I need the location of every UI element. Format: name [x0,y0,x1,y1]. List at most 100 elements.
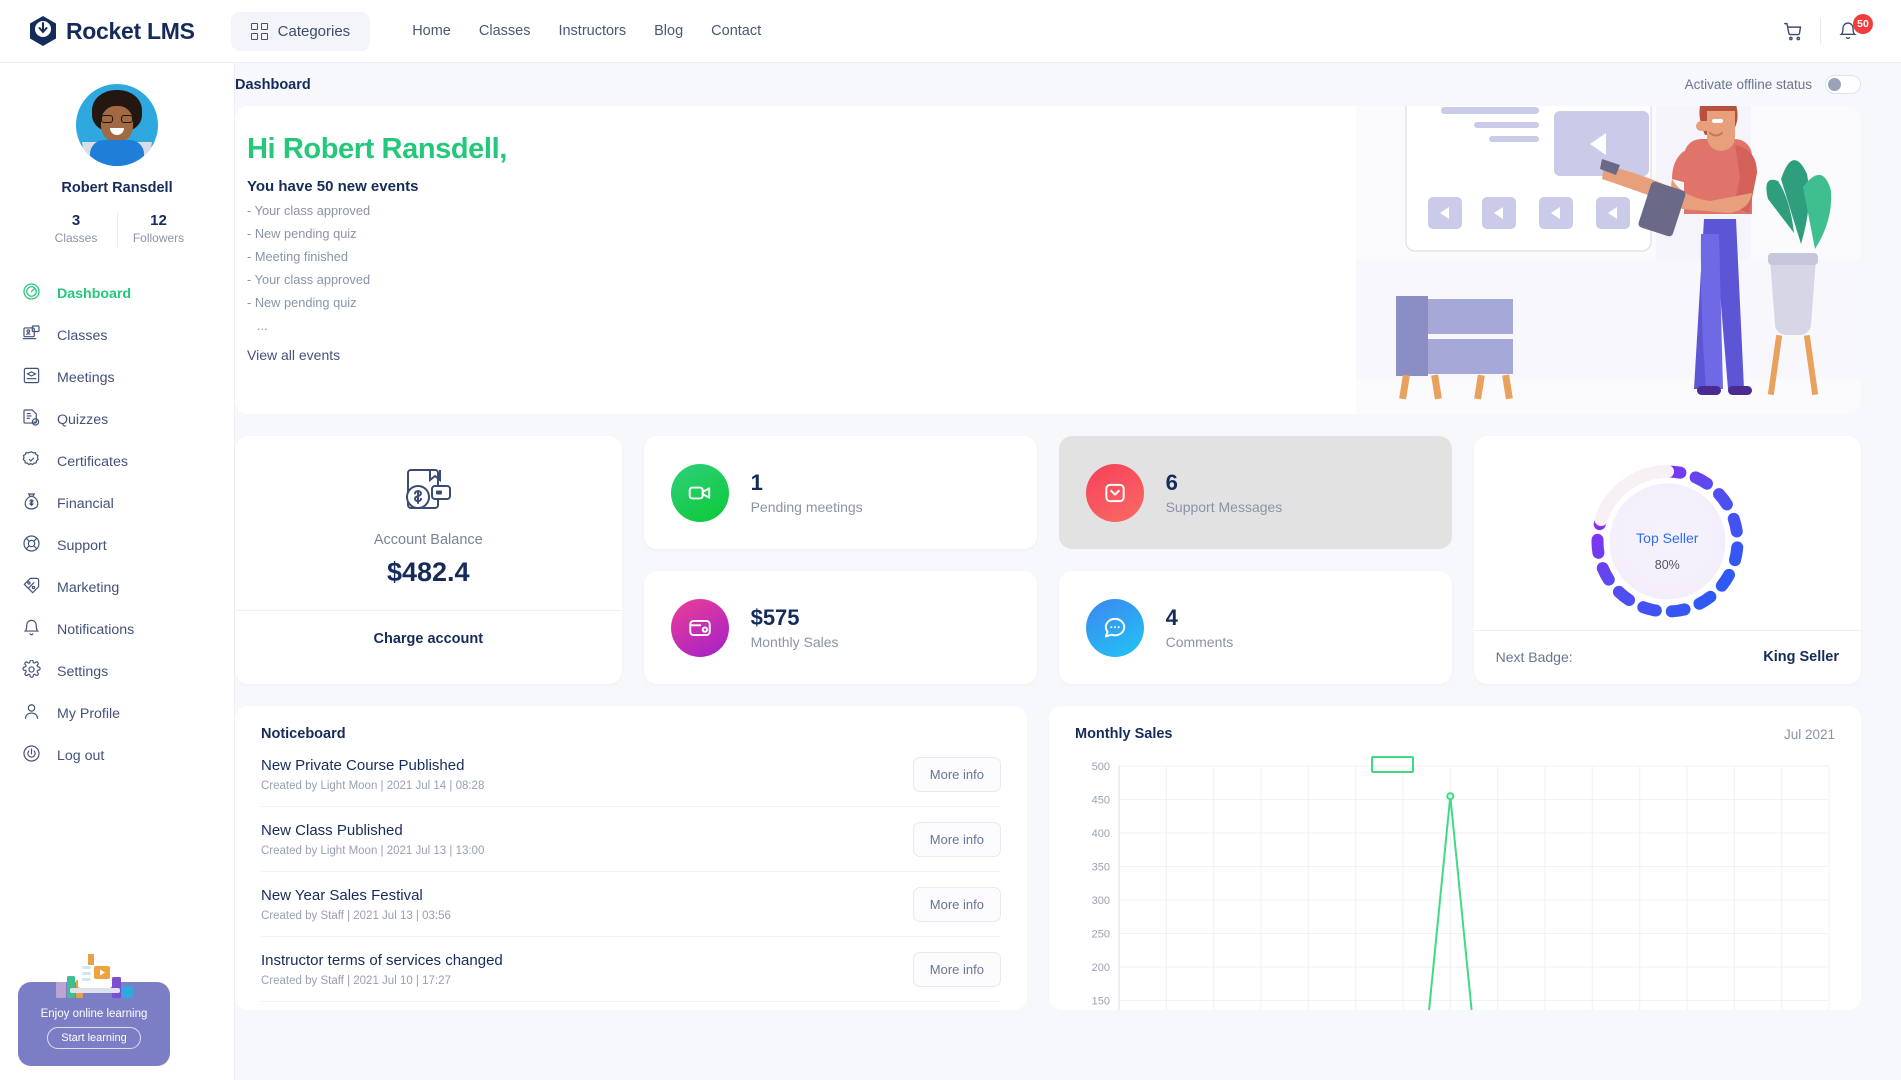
rocket-hexagon-icon [28,15,58,47]
event-item: - Your class approved [247,272,507,287]
stat-text: 4 Comments [1166,605,1234,649]
sidebar-item-classes[interactable]: Classes [0,315,234,357]
more-info-button[interactable]: More info [913,952,1001,987]
sales-line-chart: 500450400350300250200150 [1075,760,1835,1010]
nav-link-classes[interactable]: Classes [479,23,531,39]
current-badge-label: Top Seller [1494,530,1841,546]
more-info-button[interactable]: More info [913,822,1001,857]
svg-text:250: 250 [1092,929,1110,941]
charge-account-button[interactable]: Charge account [259,611,598,667]
notice-title: New Year Sales Festival [261,887,451,904]
notice-text: New Private Course Published Created by … [261,757,484,792]
nav-link-contact[interactable]: Contact [711,23,761,39]
sidebar-item-settings[interactable]: Settings [0,651,234,693]
svg-text:200: 200 [1092,962,1110,974]
quizzes-icon [22,408,41,432]
brand-name: Rocket LMS [66,18,195,45]
promo-card[interactable]: Enjoy online learning Start learning [18,982,170,1066]
stat-card-monthly-sales[interactable]: $575 Monthly Sales [644,571,1037,684]
chart-legend[interactable] [1371,756,1414,773]
main-nav-links: Home Classes Instructors Blog Contact [412,23,761,39]
sidebar-item-log-out[interactable]: Log out [0,735,234,777]
event-item: - New pending quiz [247,295,507,310]
brand-logo[interactable]: Rocket LMS [28,15,195,47]
wallet-dollar-icon [259,460,598,522]
stat-col-left: 1 Pending meetings $575 Monthly Sales [644,436,1037,684]
notifications-button[interactable]: 50 [1821,0,1875,63]
stat-value: $575 [751,605,839,630]
stat-label: Monthly Sales [751,634,839,650]
page-title: Dashboard [235,77,311,93]
notice-text: New Year Sales Festival Created by Staff… [261,887,451,922]
chart-subtitle: Jul 2021 [1784,727,1835,742]
nav-link-blog[interactable]: Blog [654,23,683,39]
start-learning-button[interactable]: Start learning [47,1027,140,1049]
chart-header: Monthly Sales Jul 2021 [1075,726,1835,742]
sidebar-item-label: Quizzes [57,412,108,428]
sidebar-item-label: My Profile [57,706,120,722]
notification-badge: 50 [1853,14,1873,34]
hero-illustration [1356,106,1861,414]
stat-classes: 3 Classes [35,212,117,247]
offline-status-toggle[interactable] [1825,75,1861,94]
avatar-container [0,84,234,166]
sidebar-item-quizzes[interactable]: Quizzes [0,399,234,441]
categories-button[interactable]: Categories [231,12,371,51]
notice-title: New Private Course Published [261,757,484,774]
sidebar-item-certificates[interactable]: Certificates [0,441,234,483]
sidebar-item-marketing[interactable]: Marketing [0,567,234,609]
sidebar-item-label: Dashboard [57,286,131,302]
stat-card-support-messages[interactable]: 6 Support Messages [1059,436,1452,549]
notice-text: Instructor terms of services changed Cre… [261,952,503,987]
stat-text: 1 Pending meetings [751,470,863,514]
svg-text:450: 450 [1092,795,1110,807]
followers-count: 12 [118,212,199,229]
sidebar-item-label: Support [57,538,107,554]
chart-plot-area: 500450400350300250200150 [1075,760,1835,1010]
notice-row: New Private Course Published Created by … [261,742,1001,807]
sidebar-item-meetings[interactable]: Meetings [0,357,234,399]
balance-amount: $482.4 [259,557,598,588]
video-camera-icon [671,464,729,522]
chart-title: Monthly Sales [1075,726,1173,742]
sidebar-nav: Dashboard Classes Meetings Quizzes Certi… [0,273,234,777]
sidebar-item-label: Marketing [57,580,119,596]
sidebar-item-financial[interactable]: Financial [0,483,234,525]
avatar[interactable] [76,84,158,166]
notice-row: New Year Sales Festival Created by Staff… [261,872,1001,937]
badge-progress-percent: 80% [1494,558,1841,572]
sidebar-item-dashboard[interactable]: Dashboard [0,273,234,315]
sidebar-item-notifications[interactable]: Notifications [0,609,234,651]
view-all-events-link[interactable]: View all events [247,347,340,363]
stat-label: Pending meetings [751,499,863,515]
profile-stats: 3 Classes 12 Followers [0,212,234,247]
sidebar-item-support[interactable]: Support [0,525,234,567]
stat-card-comments[interactable]: 4 Comments [1059,571,1452,684]
notice-meta: Created by Staff | 2021 Jul 13 | 03:56 [261,910,451,922]
stat-followers: 12 Followers [117,212,199,247]
notice-row: New Class Published Created by Light Moo… [261,807,1001,872]
next-badge-row: Next Badge: King Seller [1494,631,1841,683]
event-item: - Meeting finished [247,249,507,264]
svg-text:150: 150 [1092,996,1110,1008]
bell-icon [22,618,41,642]
promo-text: Enjoy online learning [18,1008,170,1020]
more-info-button[interactable]: More info [913,887,1001,922]
user-icon [22,702,41,726]
nav-link-home[interactable]: Home [412,23,451,39]
stats-row: Account Balance $482.4 Charge account 1 … [235,436,1861,684]
noticeboard-title: Noticeboard [261,726,1001,742]
next-badge-label: Next Badge: [1496,649,1573,665]
sidebar-item-my-profile[interactable]: My Profile [0,693,234,735]
more-info-button[interactable]: More info [913,757,1001,792]
next-badge-value: King Seller [1763,649,1839,665]
cart-button[interactable] [1766,0,1820,63]
stat-card-pending-meetings[interactable]: 1 Pending meetings [644,436,1037,549]
stat-value: 4 [1166,605,1234,630]
sidebar-item-label: Meetings [57,370,115,386]
classes-label: Classes [55,231,98,245]
nav-link-instructors[interactable]: Instructors [558,23,626,39]
svg-text:300: 300 [1092,895,1110,907]
grid-icon [251,23,268,40]
monthly-sales-chart-card: Monthly Sales Jul 2021 50045040035030025… [1049,706,1861,1010]
